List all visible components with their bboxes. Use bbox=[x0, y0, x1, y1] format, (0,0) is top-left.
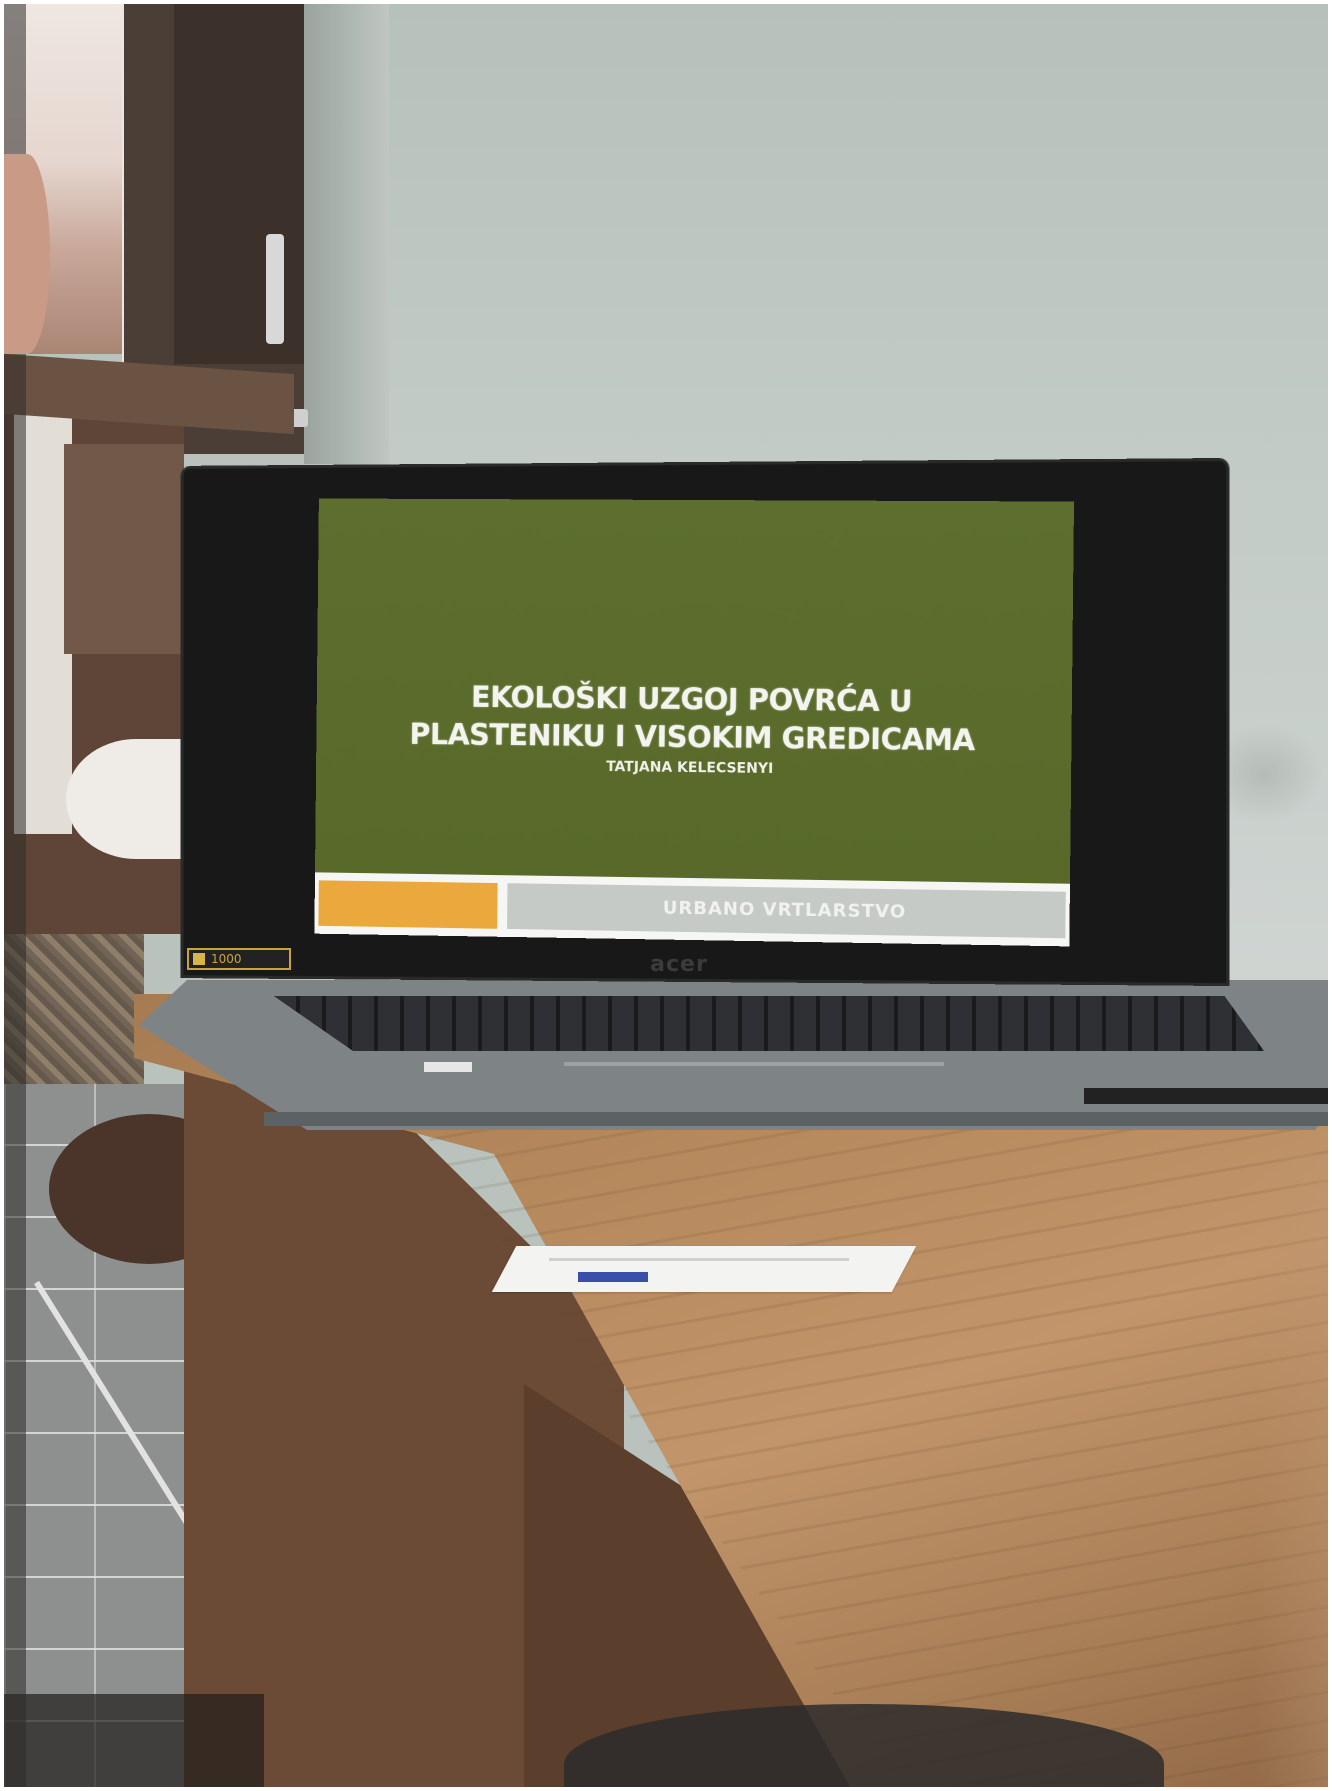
foreground-shoulder bbox=[4, 1694, 264, 1787]
laptop-brand-logo: acer bbox=[650, 952, 708, 977]
door-handle bbox=[266, 234, 284, 344]
presentation-slide: EKOLOŠKI UZGOJ POVRĆA U PLASTENIKU I VIS… bbox=[314, 498, 1075, 947]
name-card bbox=[491, 1246, 917, 1292]
laptop-touchpad bbox=[564, 1062, 944, 1066]
slide-title-line2: PLASTENIKU I VISOKIM GREDICAMA bbox=[409, 717, 975, 758]
photo: EKOLOŠKI UZGOJ POVRĆA U PLASTENIKU I VIS… bbox=[4, 4, 1328, 1787]
name-card-text-line bbox=[549, 1258, 849, 1261]
laptop-base-sticker bbox=[424, 1062, 472, 1072]
laptop-sticker-text: 1000 bbox=[211, 952, 242, 966]
laptop-sticker: 1000 bbox=[187, 948, 291, 970]
laptop-keyboard bbox=[274, 996, 1264, 1051]
door-panel bbox=[174, 4, 324, 364]
eu-flag-icon bbox=[578, 1272, 648, 1282]
slide-footer-text: URBANO VRTLARSTVO bbox=[662, 897, 907, 923]
cabinet-panel bbox=[64, 444, 184, 654]
slide-title-area: EKOLOŠKI UZGOJ POVRĆA U PLASTENIKU I VIS… bbox=[315, 498, 1075, 884]
laptop-base-edge bbox=[1084, 1088, 1328, 1104]
door-edge bbox=[304, 4, 394, 464]
slide-author: TATJANA KELECSENYI bbox=[606, 759, 774, 778]
slide-accent-block bbox=[318, 880, 498, 929]
laptop-base-front bbox=[264, 1112, 1328, 1126]
sticker-icon bbox=[193, 953, 205, 965]
foreground-face bbox=[4, 154, 50, 354]
slide-title: EKOLOŠKI UZGOJ POVRĆA U PLASTENIKU I VIS… bbox=[316, 677, 1072, 761]
foreground-hair bbox=[1254, 1154, 1328, 1787]
